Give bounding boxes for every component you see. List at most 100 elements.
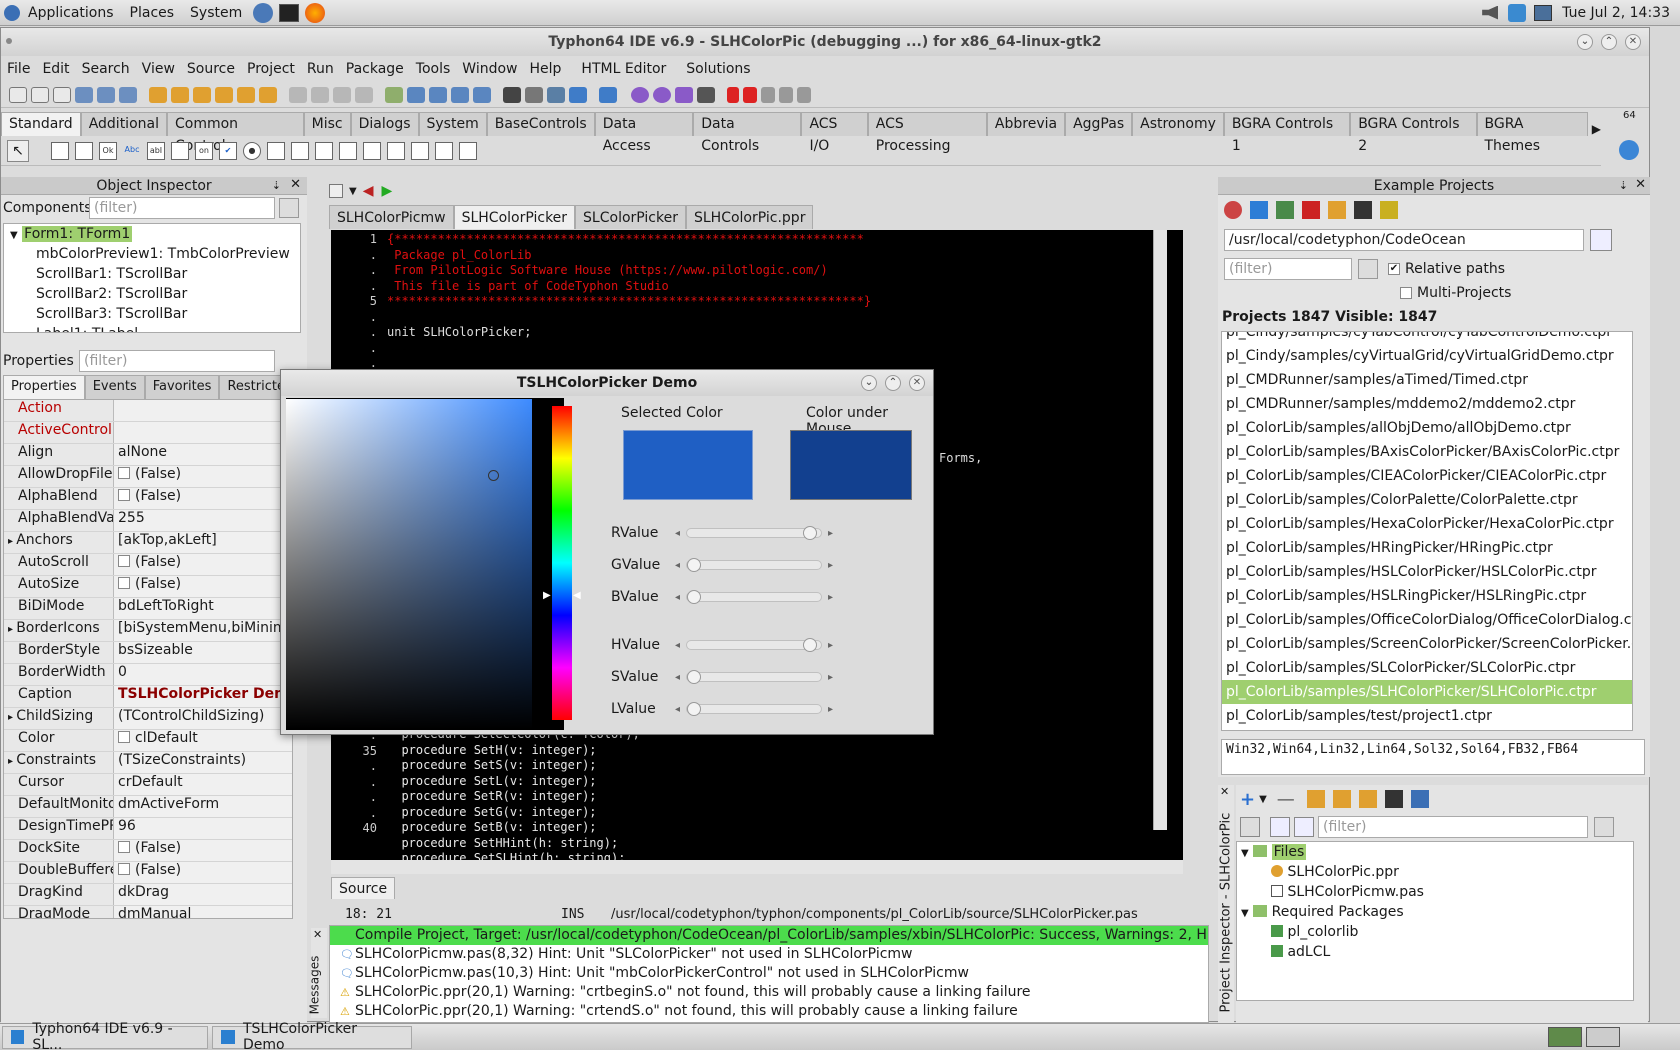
property-value[interactable]: clDefault	[114, 730, 292, 751]
tlabel-icon[interactable]: Abc	[123, 142, 141, 160]
view-forms-icon[interactable]	[429, 86, 447, 103]
tools-icon[interactable]	[525, 86, 543, 103]
property-value[interactable]: 0	[114, 664, 292, 685]
editor-tab-slhcolorpicmw[interactable]: SLHColorPicmw	[329, 205, 454, 229]
palette-tab-additional[interactable]: Additional	[80, 112, 167, 136]
binoculars-icon[interactable]	[503, 86, 521, 103]
tcombobox-icon[interactable]	[291, 141, 309, 160]
property-value[interactable]: (TSizeConstraints)	[114, 752, 292, 773]
property-row[interactable]: Cursor crDefault	[4, 774, 292, 796]
project-options-icon[interactable]	[193, 86, 211, 103]
menu-file[interactable]: File	[1, 61, 36, 77]
forward-arrow-icon[interactable]: ▶	[381, 183, 392, 199]
ttogglebox-icon[interactable]: on	[195, 141, 213, 160]
slider-right-arrow-icon[interactable]: ▸	[828, 672, 833, 683]
expand-arrow-icon[interactable]: ▸	[8, 624, 16, 635]
property-checkbox[interactable]	[118, 841, 130, 853]
property-row[interactable]: ▸ ChildSizing (TControlChildSizing)	[4, 708, 292, 730]
property-checkbox[interactable]	[118, 555, 130, 567]
tpanel-icon[interactable]	[411, 141, 429, 160]
editor-menu-icon[interactable]	[329, 184, 343, 198]
example-project-item[interactable]: pl_ColorLib/samples/BAxisColorPicker/BAx…	[1222, 440, 1632, 464]
pi-clear-filter-icon[interactable]	[1594, 817, 1614, 837]
example-project-item[interactable]: pl_ColorLib/samples/OfficeColorDialog/Of…	[1222, 608, 1632, 632]
property-row[interactable]: AlphaBlend (False)	[4, 488, 292, 510]
pi-help-icon[interactable]	[1358, 790, 1377, 808]
slider-track[interactable]	[686, 702, 823, 716]
slider-track[interactable]	[686, 670, 823, 684]
example-project-item[interactable]: pl_ColorLib/samples/HSLColorPicker/HSLCo…	[1222, 560, 1632, 584]
slider-right-arrow-icon[interactable]: ▸	[828, 704, 833, 715]
find-icon[interactable]	[75, 86, 93, 103]
oi-tab-events[interactable]: Events	[84, 375, 145, 399]
pin-icon[interactable]: ⇣	[272, 179, 281, 192]
menu-search[interactable]: Search	[76, 61, 136, 77]
palette-tab-dialogs[interactable]: Dialogs	[350, 112, 419, 136]
palette-tab-basecontrols[interactable]: BaseControls	[486, 112, 595, 136]
example-project-item[interactable]: pl_ColorLib/samples/allObjDemo/allObjDem…	[1222, 416, 1632, 440]
palette-tab-abbrevia[interactable]: Abbrevia	[986, 112, 1066, 136]
property-row[interactable]: ActiveControl	[4, 422, 292, 444]
property-row[interactable]: DockSite (False)	[4, 840, 292, 862]
property-value[interactable]: (False)	[114, 840, 292, 861]
example-project-item[interactable]: pl_Cindy/samples/cyTabControl/cyTabContr…	[1222, 332, 1632, 344]
palette-scroll-right-icon[interactable]: ▶	[1592, 122, 1601, 136]
example-project-item[interactable]: pl_CMDRunner/samples/mddemo2/mddemo2.ctp…	[1222, 392, 1632, 416]
tcheckbox-icon[interactable]: ✔	[219, 141, 237, 160]
build-icon[interactable]	[653, 86, 671, 103]
window-menu-icon[interactable]	[6, 38, 12, 44]
oi-tab-favorites[interactable]: Favorites	[144, 375, 220, 399]
example-clear-filter-icon[interactable]	[1358, 259, 1378, 279]
pi-compile-icon[interactable]	[1332, 790, 1351, 808]
taskbar-item-demo[interactable]: TSLHColorPicker Demo	[212, 1021, 412, 1050]
palette-tab-bgra-controls-2[interactable]: BGRA Controls 2	[1350, 112, 1477, 154]
property-value[interactable]: 255	[114, 510, 292, 531]
property-value[interactable]: (False)	[114, 554, 292, 575]
example-project-item[interactable]: pl_ColorLib/samples/ColorPalette/ColorPa…	[1222, 488, 1632, 512]
property-value[interactable]	[114, 400, 292, 421]
refresh-icon[interactable]	[1224, 201, 1242, 219]
property-checkbox[interactable]	[118, 731, 130, 743]
star-example-icon[interactable]	[1380, 201, 1398, 219]
property-value[interactable]: 96	[114, 818, 292, 839]
example-project-item[interactable]: pl_CMDRunner/samples/aTimed/Timed.ctpr	[1222, 368, 1632, 392]
open-example-icon[interactable]	[1250, 201, 1268, 219]
property-value[interactable]: bdLeftToRight	[114, 598, 292, 619]
property-value[interactable]: dmManual	[114, 906, 292, 918]
example-filter[interactable]: (filter)	[1224, 258, 1352, 280]
minimize-button[interactable]: ⌄	[1577, 34, 1593, 50]
property-row[interactable]: ▸ BorderIcons[biSystemMenu,biMinimize]	[4, 620, 292, 642]
property-row[interactable]: Caption TSLHColorPicker Demo	[4, 686, 292, 708]
palette-download-icon[interactable]	[1619, 140, 1639, 160]
property-row[interactable]: BorderWidth 0	[4, 664, 292, 686]
property-row[interactable]: ▸ Constraints (TSizeConstraints)	[4, 752, 292, 774]
editor-tab-slhcolorpic-ppr[interactable]: SLHColorPic.ppr	[685, 205, 814, 229]
menu-window[interactable]: Window	[456, 61, 523, 77]
remove-file-icon[interactable]	[237, 86, 255, 103]
property-value[interactable]: (False)	[114, 488, 292, 509]
expand-arrow-icon[interactable]: ▸	[8, 756, 16, 767]
tree-package[interactable]: pl_colorlib	[1241, 922, 1633, 942]
tgroupbox-icon[interactable]	[339, 141, 357, 160]
launcher-terminal-icon[interactable]	[279, 3, 300, 22]
menu-source[interactable]: Source	[181, 61, 241, 77]
oi-tab-properties[interactable]: Properties	[3, 375, 85, 399]
stop-icon[interactable]	[743, 86, 757, 103]
example-project-item[interactable]: pl_ColorLib/samples/ScreenColorPicker/Sc…	[1222, 632, 1632, 656]
launcher-settings-icon[interactable]	[253, 2, 274, 23]
slider-thumb[interactable]	[687, 590, 702, 604]
new-form-icon[interactable]	[31, 86, 49, 103]
message-line[interactable]: Compile Project, Target: /usr/local/code…	[330, 926, 1208, 945]
launcher-firefox-icon[interactable]	[305, 2, 326, 23]
display-icon[interactable]	[1534, 4, 1553, 21]
tscrollbar-icon[interactable]	[315, 141, 333, 160]
property-row[interactable]: Align alNone	[4, 444, 292, 466]
ep-pin-icon[interactable]: ⇣	[1619, 179, 1628, 192]
example-project-item[interactable]: pl_ColorLib/samples/test/project1.ctpr	[1222, 704, 1632, 728]
slider-thumb[interactable]	[802, 526, 817, 540]
menu-solutions[interactable]: Solutions	[680, 61, 756, 77]
property-row[interactable]: ▸ Anchors [akTop,akLeft]	[4, 532, 292, 554]
property-value[interactable]: [biSystemMenu,biMinimize]	[114, 620, 292, 641]
dialog-minimize-button[interactable]: ⌄	[861, 375, 877, 391]
slider-track[interactable]	[686, 558, 823, 572]
